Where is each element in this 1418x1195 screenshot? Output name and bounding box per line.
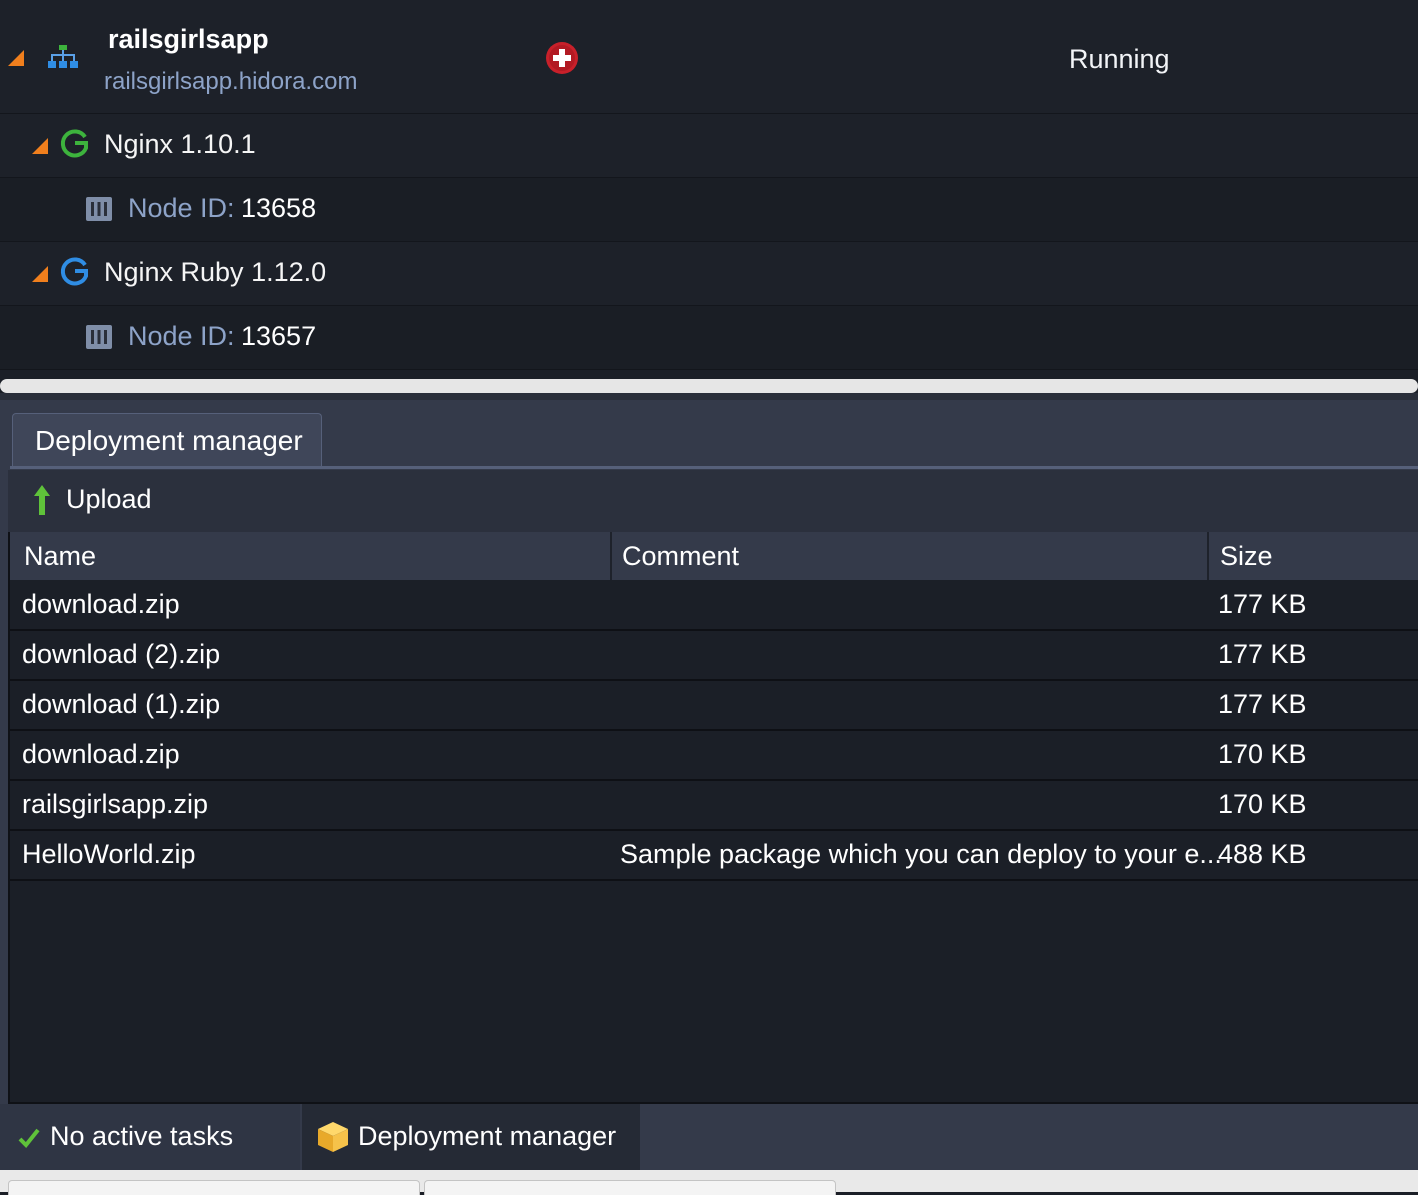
grid-header: Name Comment Size <box>10 532 1418 580</box>
upload-label[interactable]: Upload <box>66 484 152 515</box>
package-box-icon <box>318 1122 348 1152</box>
cell-size: 488 KB <box>1218 839 1307 869</box>
table-row[interactable]: download (1).zip 177 KB <box>10 680 1418 731</box>
server-node-icon <box>86 325 112 349</box>
environment-status: Running <box>1069 44 1170 74</box>
tasks-status[interactable]: No active tasks <box>0 1104 300 1170</box>
cell-name: download (2).zip <box>22 639 221 669</box>
horizontal-scrollbar[interactable] <box>0 379 1418 393</box>
bottom-bar <box>0 1170 1418 1195</box>
cell-size: 170 KB <box>1218 789 1307 819</box>
add-node-icon[interactable] <box>545 41 579 75</box>
cell-name: download.zip <box>22 589 180 619</box>
deployment-toolbar: Upload <box>8 470 1418 532</box>
cell-name: download (1).zip <box>22 689 221 719</box>
cell-size: 177 KB <box>1218 689 1307 719</box>
column-header-comment[interactable]: Comment <box>622 532 1202 580</box>
table-row[interactable]: download (2).zip 177 KB <box>10 630 1418 681</box>
column-separator[interactable] <box>1207 532 1209 580</box>
nginx-blue-icon <box>60 257 88 286</box>
collapse-triangle-icon[interactable] <box>8 50 24 66</box>
node-group-row[interactable]: Nginx Ruby 1.12.0 <box>0 242 1418 306</box>
column-header-size[interactable]: Size <box>1220 532 1410 580</box>
checkmark-icon <box>18 1128 40 1148</box>
column-header-name[interactable]: Name <box>24 532 604 580</box>
upload-arrow-icon <box>34 485 50 515</box>
cell-size: 177 KB <box>1218 589 1307 619</box>
tab-label: Deployment manager <box>35 425 303 456</box>
table-row[interactable]: HelloWorld.zip Sample package which you … <box>10 830 1418 881</box>
node-group-name: Nginx Ruby 1.12.0 <box>104 257 327 287</box>
environment-tree: railsgirlsapp railsgirlsapp.hidora.com R… <box>0 0 1418 380</box>
cell-name: download.zip <box>22 739 180 769</box>
bottom-tab[interactable] <box>424 1180 836 1195</box>
environment-name: railsgirlsapp <box>108 24 269 54</box>
taskbar-deployment-manager[interactable]: Deployment manager <box>302 1104 640 1170</box>
cell-comment: Sample package which you can deploy to y… <box>620 839 1222 869</box>
tasks-status-label: No active tasks <box>50 1121 234 1151</box>
task-bar: No active tasks Deployment manager <box>0 1104 1418 1170</box>
collapse-triangle-icon[interactable] <box>32 266 48 282</box>
cell-name: HelloWorld.zip <box>22 839 196 869</box>
node-id-label: Node ID: <box>128 193 235 223</box>
server-node-icon <box>86 197 112 221</box>
environment-row[interactable]: railsgirlsapp railsgirlsapp.hidora.com R… <box>0 0 1418 114</box>
cell-size: 177 KB <box>1218 639 1307 669</box>
node-row[interactable]: Node ID: 13657 <box>0 306 1418 370</box>
node-id-label: Node ID: <box>128 321 235 351</box>
table-row[interactable]: download.zip 170 KB <box>10 730 1418 781</box>
taskbar-deployment-manager-label: Deployment manager <box>358 1121 617 1151</box>
collapse-triangle-icon[interactable] <box>32 138 48 154</box>
environment-domain-link[interactable]: railsgirlsapp.hidora.com <box>104 68 357 96</box>
tab-strip-divider <box>10 466 1418 469</box>
cell-size: 170 KB <box>1218 739 1307 769</box>
column-separator[interactable] <box>610 532 612 580</box>
node-id-value: 13658 <box>241 193 317 223</box>
table-row[interactable]: railsgirlsapp.zip 170 KB <box>10 780 1418 831</box>
environment-topology-icon <box>48 45 78 68</box>
nginx-green-icon <box>60 129 88 158</box>
tab-deployment-manager[interactable]: Deployment manager <box>12 413 322 468</box>
bottom-tab[interactable] <box>8 1180 420 1195</box>
packages-grid: Name Comment Size download.zip 177 KB do… <box>8 532 1418 1104</box>
table-row[interactable]: download.zip 177 KB <box>10 580 1418 631</box>
node-group-row[interactable]: Nginx 1.10.1 <box>0 114 1418 178</box>
node-group-name: Nginx 1.10.1 <box>104 129 256 159</box>
node-id-value: 13657 <box>241 321 317 351</box>
node-row[interactable]: Node ID: 13658 <box>0 178 1418 242</box>
cell-name: railsgirlsapp.zip <box>22 789 209 819</box>
